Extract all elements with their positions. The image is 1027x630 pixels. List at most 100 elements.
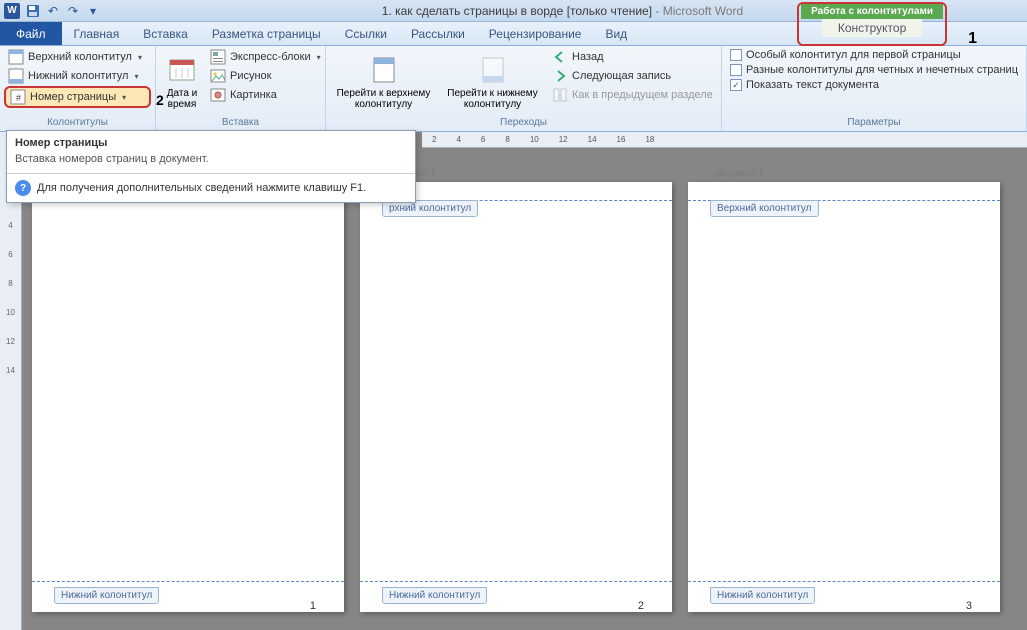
quick-parts-label: Экспресс-блоки — [230, 51, 311, 63]
footer-boundary — [32, 581, 344, 582]
odd-even-label: Разные колонтитулы для четных и нечетных… — [746, 64, 1018, 76]
group-label-options: Параметры — [726, 116, 1022, 129]
footer-button[interactable]: Нижний колонтитул — [4, 67, 151, 85]
quick-parts-icon — [210, 49, 226, 65]
page-2[interactable]: Документ 1 рхний колонтитул Нижний колон… — [360, 182, 672, 612]
header-icon — [8, 49, 24, 65]
tooltip-help-text: Для получения дополнительных сведений на… — [37, 182, 366, 194]
page-number-text: 3 — [966, 600, 972, 612]
word-app-icon: W — [4, 3, 20, 19]
undo-icon[interactable]: ↶ — [44, 2, 62, 20]
clipart-button[interactable]: Картинка — [206, 86, 325, 104]
qat-customize-icon[interactable]: ▾ — [84, 2, 102, 20]
link-previous-label: Как в предыдущем разделе — [572, 89, 713, 101]
page-3[interactable]: Документ 1 Верхний колонтитул Нижний кол… — [688, 182, 1000, 612]
group-label-nav: Переходы — [330, 116, 717, 129]
page-number-text: 2 — [638, 600, 644, 612]
tab-view[interactable]: Вид — [593, 22, 639, 45]
header-tab[interactable]: Верхний колонтитул — [710, 200, 819, 217]
svg-text:#: # — [16, 93, 21, 103]
tab-references[interactable]: Ссылки — [333, 22, 399, 45]
document-title: 1. как сделать страницы в ворде [только … — [382, 4, 652, 18]
help-icon: ? — [15, 180, 31, 196]
tab-home[interactable]: Главная — [62, 22, 132, 45]
show-doc-label: Показать текст документа — [746, 79, 879, 91]
header-label: Верхний колонтитул — [28, 51, 132, 63]
ribbon: 2 Верхний колонтитул Нижний колонтитул — [0, 46, 1027, 132]
horizontal-ruler: 2 4 6 8 10 12 14 16 18 — [422, 132, 1027, 148]
group-label-hf: Колонтитулы — [4, 116, 151, 129]
footer-boundary — [360, 581, 672, 582]
header-button[interactable]: Верхний колонтитул — [4, 48, 151, 66]
date-time-label: Дата и время — [166, 88, 198, 110]
goto-footer-label: Перейти к нижнему колонтитулу — [445, 88, 540, 110]
date-time-button[interactable]: Дата и время — [160, 48, 204, 116]
contextual-tab-group: Работа с колонтитулами Конструктор — [797, 2, 947, 46]
tab-page-layout[interactable]: Разметка страницы — [200, 22, 333, 45]
tab-review[interactable]: Рецензирование — [477, 22, 594, 45]
link-previous-button: Как в предыдущем разделе — [548, 86, 717, 104]
footer-icon — [8, 68, 24, 84]
ribbon-tabs: Файл Главная Вставка Разметка страницы С… — [0, 22, 1027, 46]
tooltip-title: Номер страницы — [7, 131, 415, 151]
group-label-insert: Вставка — [160, 116, 321, 129]
checkbox-icon — [730, 64, 742, 76]
ribbon-group-options: Особый колонтитул для первой страницы Ра… — [722, 46, 1027, 131]
link-icon — [552, 87, 568, 103]
vertical-ruler: 2 4 6 8 10 12 14 — [0, 132, 22, 630]
goto-footer-icon — [477, 54, 509, 86]
doc-section-label: Документ 1 — [716, 168, 763, 178]
page-number-icon: # — [10, 89, 26, 105]
first-page-checkbox[interactable]: Особый колонтитул для первой страницы — [726, 48, 1022, 62]
footer-label: Нижний колонтитул — [28, 70, 128, 82]
footer-boundary — [688, 581, 1000, 582]
clipart-label: Картинка — [230, 89, 277, 101]
previous-label: Назад — [572, 51, 604, 63]
page-number-tooltip: Номер страницы Вставка номеров страниц в… — [6, 130, 416, 203]
picture-icon — [210, 68, 226, 84]
goto-header-icon — [368, 54, 400, 86]
page-number-text: 1 — [310, 600, 316, 612]
back-arrow-icon — [552, 49, 568, 65]
first-page-label: Особый колонтитул для первой страницы — [746, 49, 961, 61]
tab-design[interactable]: Конструктор — [822, 19, 922, 37]
goto-header-button[interactable]: Перейти к верхнему колонтитулу — [330, 48, 437, 116]
quick-access-toolbar: ↶ ↷ ▾ — [24, 2, 102, 20]
pages-container: Нижний колонтитул 1 Документ 1 рхний кол… — [32, 182, 1000, 612]
annotation-2: 2 — [156, 92, 164, 108]
ribbon-group-header-footer: Верхний колонтитул Нижний колонтитул # Н… — [0, 46, 156, 131]
footer-tab[interactable]: Нижний колонтитул — [382, 587, 487, 604]
tooltip-description: Вставка номеров страниц в документ. — [7, 151, 415, 173]
footer-tab[interactable]: Нижний колонтитул — [710, 587, 815, 604]
show-doc-checkbox[interactable]: ✓ Показать текст документа — [726, 78, 1022, 92]
goto-header-label: Перейти к верхнему колонтитулу — [336, 88, 431, 110]
document-scroll[interactable]: 2 4 6 8 10 12 14 16 18 Нижний колонтитул… — [22, 132, 1027, 630]
contextual-group-label: Работа с колонтитулами — [801, 4, 943, 19]
save-icon[interactable] — [24, 2, 42, 20]
page-number-button[interactable]: # Номер страницы — [4, 86, 151, 108]
odd-even-checkbox[interactable]: Разные колонтитулы для четных и нечетных… — [726, 63, 1022, 77]
tooltip-help-row: ? Для получения дополнительных сведений … — [7, 173, 415, 202]
footer-tab[interactable]: Нижний колонтитул — [54, 587, 159, 604]
tab-insert[interactable]: Вставка — [131, 22, 200, 45]
checkbox-icon: ✓ — [730, 79, 742, 91]
next-label: Следующая запись — [572, 70, 671, 82]
picture-button[interactable]: Рисунок — [206, 67, 325, 85]
tab-mailings[interactable]: Рассылки — [399, 22, 477, 45]
clipart-icon — [210, 87, 226, 103]
calendar-icon — [166, 54, 198, 86]
next-button[interactable]: Следующая запись — [548, 67, 717, 85]
tab-file[interactable]: Файл — [0, 22, 62, 45]
document-area: 2 4 6 8 10 12 14 2 4 6 8 10 12 14 16 18 … — [0, 132, 1027, 630]
page-number-label: Номер страницы — [30, 91, 116, 103]
picture-label: Рисунок — [230, 70, 272, 82]
quick-parts-button[interactable]: Экспресс-блоки — [206, 48, 325, 66]
checkbox-icon — [730, 49, 742, 61]
goto-footer-button: Перейти к нижнему колонтитулу — [439, 48, 546, 116]
redo-icon[interactable]: ↷ — [64, 2, 82, 20]
ribbon-group-insert: Дата и время Экспресс-блоки Рисунок — [156, 46, 326, 131]
previous-button[interactable]: Назад — [548, 48, 717, 66]
page-1[interactable]: Нижний колонтитул 1 — [32, 182, 344, 612]
next-arrow-icon — [552, 68, 568, 84]
ribbon-group-navigation: Перейти к верхнему колонтитулу Перейти к… — [326, 46, 722, 131]
